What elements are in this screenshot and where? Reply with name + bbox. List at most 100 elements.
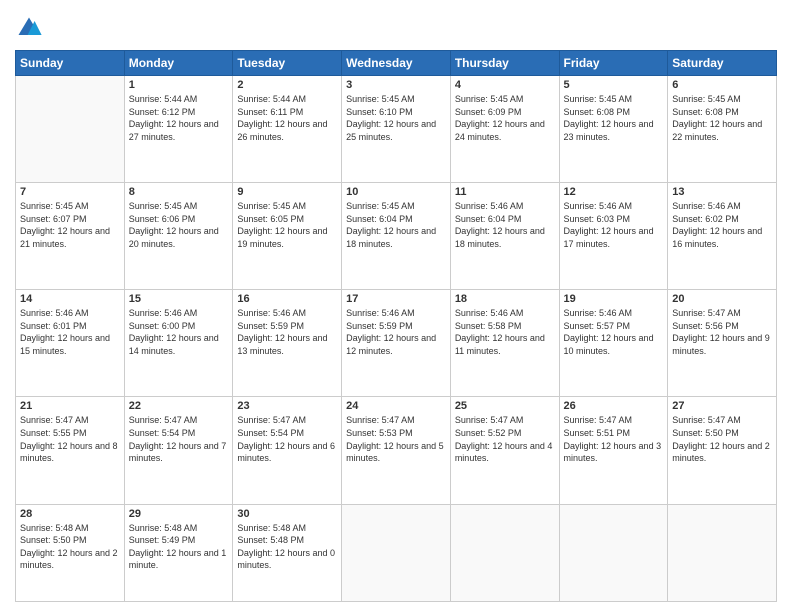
week-row-0: 1 Sunrise: 5:44 AMSunset: 6:12 PMDayligh…: [16, 76, 777, 183]
day-cell: 17 Sunrise: 5:46 AMSunset: 5:59 PMDaylig…: [342, 290, 451, 397]
day-number: 5: [564, 79, 664, 91]
day-info: Sunrise: 5:45 AMSunset: 6:07 PMDaylight:…: [20, 200, 120, 250]
day-cell: 23 Sunrise: 5:47 AMSunset: 5:54 PMDaylig…: [233, 397, 342, 504]
day-number: 6: [672, 79, 772, 91]
day-number: 2: [237, 79, 337, 91]
day-info: Sunrise: 5:45 AMSunset: 6:10 PMDaylight:…: [346, 93, 446, 143]
day-number: 16: [237, 293, 337, 305]
day-info: Sunrise: 5:44 AMSunset: 6:12 PMDaylight:…: [129, 93, 229, 143]
col-header-saturday: Saturday: [668, 51, 777, 76]
day-info: Sunrise: 5:47 AMSunset: 5:56 PMDaylight:…: [672, 307, 772, 357]
day-info: Sunrise: 5:48 AMSunset: 5:50 PMDaylight:…: [20, 522, 120, 572]
day-number: 18: [455, 293, 555, 305]
day-number: 9: [237, 186, 337, 198]
col-header-wednesday: Wednesday: [342, 51, 451, 76]
day-cell: 5 Sunrise: 5:45 AMSunset: 6:08 PMDayligh…: [559, 76, 668, 183]
day-number: 7: [20, 186, 120, 198]
day-cell: 20 Sunrise: 5:47 AMSunset: 5:56 PMDaylig…: [668, 290, 777, 397]
day-info: Sunrise: 5:45 AMSunset: 6:09 PMDaylight:…: [455, 93, 555, 143]
day-cell: [450, 504, 559, 601]
day-number: 20: [672, 293, 772, 305]
day-number: 29: [129, 508, 229, 520]
day-number: 24: [346, 400, 446, 412]
day-cell: 9 Sunrise: 5:45 AMSunset: 6:05 PMDayligh…: [233, 183, 342, 290]
day-info: Sunrise: 5:48 AMSunset: 5:48 PMDaylight:…: [237, 522, 337, 572]
day-cell: 28 Sunrise: 5:48 AMSunset: 5:50 PMDaylig…: [16, 504, 125, 601]
day-info: Sunrise: 5:44 AMSunset: 6:11 PMDaylight:…: [237, 93, 337, 143]
day-info: Sunrise: 5:47 AMSunset: 5:54 PMDaylight:…: [237, 414, 337, 464]
day-cell: 2 Sunrise: 5:44 AMSunset: 6:11 PMDayligh…: [233, 76, 342, 183]
day-cell: 7 Sunrise: 5:45 AMSunset: 6:07 PMDayligh…: [16, 183, 125, 290]
day-info: Sunrise: 5:46 AMSunset: 5:59 PMDaylight:…: [237, 307, 337, 357]
day-cell: [342, 504, 451, 601]
day-number: 27: [672, 400, 772, 412]
day-info: Sunrise: 5:45 AMSunset: 6:04 PMDaylight:…: [346, 200, 446, 250]
day-number: 4: [455, 79, 555, 91]
day-info: Sunrise: 5:46 AMSunset: 6:02 PMDaylight:…: [672, 200, 772, 250]
col-header-tuesday: Tuesday: [233, 51, 342, 76]
day-cell: 13 Sunrise: 5:46 AMSunset: 6:02 PMDaylig…: [668, 183, 777, 290]
day-info: Sunrise: 5:45 AMSunset: 6:08 PMDaylight:…: [672, 93, 772, 143]
page: SundayMondayTuesdayWednesdayThursdayFrid…: [0, 0, 792, 612]
day-cell: 14 Sunrise: 5:46 AMSunset: 6:01 PMDaylig…: [16, 290, 125, 397]
col-header-friday: Friday: [559, 51, 668, 76]
week-row-1: 7 Sunrise: 5:45 AMSunset: 6:07 PMDayligh…: [16, 183, 777, 290]
day-cell: [559, 504, 668, 601]
col-header-monday: Monday: [124, 51, 233, 76]
week-row-3: 21 Sunrise: 5:47 AMSunset: 5:55 PMDaylig…: [16, 397, 777, 504]
day-cell: 26 Sunrise: 5:47 AMSunset: 5:51 PMDaylig…: [559, 397, 668, 504]
day-info: Sunrise: 5:47 AMSunset: 5:52 PMDaylight:…: [455, 414, 555, 464]
day-cell: 27 Sunrise: 5:47 AMSunset: 5:50 PMDaylig…: [668, 397, 777, 504]
day-number: 15: [129, 293, 229, 305]
day-cell: 10 Sunrise: 5:45 AMSunset: 6:04 PMDaylig…: [342, 183, 451, 290]
logo-icon: [15, 14, 43, 42]
day-number: 21: [20, 400, 120, 412]
day-cell: 29 Sunrise: 5:48 AMSunset: 5:49 PMDaylig…: [124, 504, 233, 601]
day-info: Sunrise: 5:46 AMSunset: 5:58 PMDaylight:…: [455, 307, 555, 357]
day-number: 22: [129, 400, 229, 412]
day-info: Sunrise: 5:48 AMSunset: 5:49 PMDaylight:…: [129, 522, 229, 572]
day-number: 17: [346, 293, 446, 305]
day-cell: 22 Sunrise: 5:47 AMSunset: 5:54 PMDaylig…: [124, 397, 233, 504]
day-number: 19: [564, 293, 664, 305]
day-info: Sunrise: 5:46 AMSunset: 5:57 PMDaylight:…: [564, 307, 664, 357]
day-info: Sunrise: 5:45 AMSunset: 6:08 PMDaylight:…: [564, 93, 664, 143]
header: [15, 10, 777, 42]
col-header-sunday: Sunday: [16, 51, 125, 76]
day-cell: 16 Sunrise: 5:46 AMSunset: 5:59 PMDaylig…: [233, 290, 342, 397]
day-cell: 12 Sunrise: 5:46 AMSunset: 6:03 PMDaylig…: [559, 183, 668, 290]
day-info: Sunrise: 5:46 AMSunset: 6:03 PMDaylight:…: [564, 200, 664, 250]
day-cell: 1 Sunrise: 5:44 AMSunset: 6:12 PMDayligh…: [124, 76, 233, 183]
day-cell: 8 Sunrise: 5:45 AMSunset: 6:06 PMDayligh…: [124, 183, 233, 290]
day-info: Sunrise: 5:47 AMSunset: 5:50 PMDaylight:…: [672, 414, 772, 464]
day-info: Sunrise: 5:45 AMSunset: 6:06 PMDaylight:…: [129, 200, 229, 250]
day-cell: 19 Sunrise: 5:46 AMSunset: 5:57 PMDaylig…: [559, 290, 668, 397]
day-number: 3: [346, 79, 446, 91]
day-info: Sunrise: 5:46 AMSunset: 6:01 PMDaylight:…: [20, 307, 120, 357]
header-row: SundayMondayTuesdayWednesdayThursdayFrid…: [16, 51, 777, 76]
day-cell: 25 Sunrise: 5:47 AMSunset: 5:52 PMDaylig…: [450, 397, 559, 504]
day-cell: [16, 76, 125, 183]
day-cell: 30 Sunrise: 5:48 AMSunset: 5:48 PMDaylig…: [233, 504, 342, 601]
day-cell: 4 Sunrise: 5:45 AMSunset: 6:09 PMDayligh…: [450, 76, 559, 183]
day-cell: 21 Sunrise: 5:47 AMSunset: 5:55 PMDaylig…: [16, 397, 125, 504]
day-info: Sunrise: 5:46 AMSunset: 6:04 PMDaylight:…: [455, 200, 555, 250]
col-header-thursday: Thursday: [450, 51, 559, 76]
day-number: 13: [672, 186, 772, 198]
day-info: Sunrise: 5:46 AMSunset: 5:59 PMDaylight:…: [346, 307, 446, 357]
day-info: Sunrise: 5:47 AMSunset: 5:55 PMDaylight:…: [20, 414, 120, 464]
day-number: 11: [455, 186, 555, 198]
week-row-2: 14 Sunrise: 5:46 AMSunset: 6:01 PMDaylig…: [16, 290, 777, 397]
day-cell: 24 Sunrise: 5:47 AMSunset: 5:53 PMDaylig…: [342, 397, 451, 504]
day-cell: 6 Sunrise: 5:45 AMSunset: 6:08 PMDayligh…: [668, 76, 777, 183]
day-number: 10: [346, 186, 446, 198]
calendar: SundayMondayTuesdayWednesdayThursdayFrid…: [15, 50, 777, 602]
logo: [15, 14, 46, 42]
day-cell: 11 Sunrise: 5:46 AMSunset: 6:04 PMDaylig…: [450, 183, 559, 290]
day-cell: 3 Sunrise: 5:45 AMSunset: 6:10 PMDayligh…: [342, 76, 451, 183]
day-number: 26: [564, 400, 664, 412]
day-number: 14: [20, 293, 120, 305]
day-info: Sunrise: 5:47 AMSunset: 5:54 PMDaylight:…: [129, 414, 229, 464]
day-number: 30: [237, 508, 337, 520]
day-info: Sunrise: 5:45 AMSunset: 6:05 PMDaylight:…: [237, 200, 337, 250]
